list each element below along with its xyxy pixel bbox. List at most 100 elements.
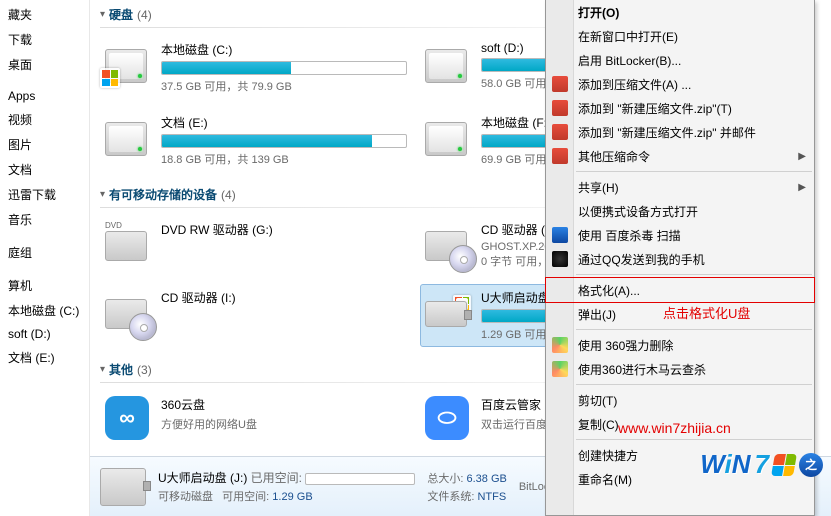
- usage-bar: [161, 134, 407, 148]
- disc-icon: [449, 245, 477, 273]
- submenu-arrow-icon: ▶: [798, 151, 806, 162]
- sidebar-item[interactable]: 藏夹: [0, 2, 89, 27]
- menu-open[interactable]: 打开(O): [546, 0, 814, 24]
- drive-cd-i[interactable]: CD 驱动器 (I:): [100, 284, 412, 347]
- details-free-value: 1.29 GB: [272, 491, 312, 503]
- details-total-value: 6.38 GB: [466, 473, 506, 485]
- sidebar-item: [0, 77, 89, 85]
- hdd-icon: [425, 49, 467, 83]
- collapse-icon[interactable]: ▾: [100, 364, 105, 375]
- sidebar-item: [0, 265, 89, 273]
- section-title: 硬盘: [109, 6, 133, 23]
- windows-flag-icon: [771, 454, 797, 476]
- 360-icon: [552, 337, 568, 353]
- optical-drive-icon: [105, 231, 147, 261]
- annotation-watermark-url: www.win7zhijia.cn: [618, 420, 731, 436]
- sidebar-item[interactable]: 迅雷下载: [0, 182, 89, 207]
- section-count: (3): [137, 363, 152, 377]
- collapse-icon[interactable]: ▾: [100, 189, 105, 200]
- sidebar-item[interactable]: 图片: [0, 132, 89, 157]
- menu-360-scan[interactable]: 使用360进行木马云查杀: [546, 357, 814, 381]
- dvd-badge: DVD: [105, 221, 122, 230]
- sidebar-item[interactable]: 文档: [0, 157, 89, 182]
- menu-separator: [576, 439, 812, 440]
- menu-separator: [576, 171, 812, 172]
- section-title: 其他: [109, 361, 133, 378]
- usb-drive-icon: [100, 468, 146, 506]
- menu-open-portable[interactable]: 以便携式设备方式打开: [546, 199, 814, 223]
- menu-separator: [576, 274, 812, 275]
- details-fs-label: 文件系统:: [427, 491, 474, 503]
- 360-icon: [552, 361, 568, 377]
- drive-freespace: 37.5 GB 可用，共 79.9 GB: [161, 78, 407, 94]
- cloud-icon: ∞: [105, 396, 149, 440]
- sidebar-item[interactable]: 算机: [0, 273, 89, 298]
- details-title: U大师启动盘 (J:): [158, 471, 247, 485]
- menu-format[interactable]: 格式化(A)...: [546, 278, 814, 302]
- item-desc: 方便好用的网络U盘: [161, 416, 407, 432]
- details-total-label: 总大小:: [427, 473, 463, 485]
- sidebar-item[interactable]: 音乐: [0, 207, 89, 232]
- sidebar-item[interactable]: soft (D:): [0, 323, 89, 345]
- sidebar-item[interactable]: 桌面: [0, 52, 89, 77]
- drive-c[interactable]: 本地磁盘 (C:) 37.5 GB 可用，共 79.9 GB: [100, 36, 412, 99]
- details-subtitle: 可移动磁盘: [158, 491, 213, 503]
- drive-e[interactable]: 文档 (E:) 18.8 GB 可用，共 139 GB: [100, 109, 412, 172]
- details-fs-value: NTFS: [477, 491, 506, 503]
- drive-label: DVD RW 驱动器 (G:): [161, 221, 407, 241]
- hdd-icon: [105, 49, 147, 83]
- drive-label: 本地磁盘 (C:): [161, 41, 407, 61]
- submenu-arrow-icon: ▶: [798, 182, 806, 193]
- menu-add-to-zip-mail[interactable]: 添加到 "新建压缩文件.zip" 并邮件: [546, 120, 814, 144]
- watermark-logo: WiN7 之: [700, 449, 823, 480]
- hdd-icon: [425, 122, 467, 156]
- sidebar-item[interactable]: 下载: [0, 27, 89, 52]
- menu-add-to-archive[interactable]: 添加到压缩文件(A) ...: [546, 72, 814, 96]
- context-menu[interactable]: 打开(O) 在新窗口中打开(E) 启用 BitLocker(B)... 添加到压…: [545, 0, 815, 516]
- drive-dvd-g[interactable]: DVD DVD RW 驱动器 (G:): [100, 216, 412, 274]
- archive-icon: [552, 148, 568, 164]
- navigation-tree[interactable]: 藏夹 下载 桌面 Apps 视频 图片 文档 迅雷下载 音乐 庭组 算机 本地磁…: [0, 0, 90, 516]
- usage-bar: [161, 61, 407, 75]
- usage-bar: [305, 473, 415, 485]
- drive-freespace: 18.8 GB 可用，共 139 GB: [161, 151, 407, 167]
- item-360-cloud[interactable]: ∞ 360云盘方便好用的网络U盘: [100, 391, 412, 449]
- details-free-label: 可用空间:: [222, 491, 269, 503]
- archive-icon: [552, 76, 568, 92]
- menu-open-new-window[interactable]: 在新窗口中打开(E): [546, 24, 814, 48]
- zhi-icon: 之: [799, 453, 823, 477]
- collapse-icon[interactable]: ▾: [100, 9, 105, 20]
- menu-360-delete[interactable]: 使用 360强力删除: [546, 333, 814, 357]
- shield-icon: [552, 227, 568, 243]
- archive-icon: [552, 100, 568, 116]
- menu-add-to-zip[interactable]: 添加到 "新建压缩文件.zip"(T): [546, 96, 814, 120]
- hdd-icon: [105, 122, 147, 156]
- section-count: (4): [221, 188, 236, 202]
- sidebar-item[interactable]: 文档 (E:): [0, 345, 89, 370]
- qq-icon: [552, 251, 568, 267]
- disc-icon: [129, 313, 157, 341]
- section-title: 有可移动存储的设备: [109, 186, 217, 203]
- sidebar-item[interactable]: 庭组: [0, 240, 89, 265]
- menu-qq-send[interactable]: 通过QQ发送到我的手机: [546, 247, 814, 271]
- sidebar-item[interactable]: 视频: [0, 107, 89, 132]
- annotation-format-hint: 点击格式化U盘: [663, 303, 750, 322]
- section-count: (4): [137, 8, 152, 22]
- menu-separator: [576, 384, 812, 385]
- details-used-label: 已用空间:: [251, 471, 302, 485]
- menu-separator: [576, 329, 812, 330]
- sidebar-item[interactable]: Apps: [0, 85, 89, 107]
- usb-drive-icon: [425, 301, 467, 327]
- menu-other-zip[interactable]: 其他压缩命令▶: [546, 144, 814, 168]
- menu-enable-bitlocker[interactable]: 启用 BitLocker(B)...: [546, 48, 814, 72]
- drive-label: CD 驱动器 (I:): [161, 289, 407, 309]
- sidebar-item: [0, 232, 89, 240]
- item-label: 360云盘: [161, 396, 407, 416]
- menu-cut[interactable]: 剪切(T): [546, 388, 814, 412]
- menu-baidu-scan[interactable]: 使用 百度杀毒 扫描: [546, 223, 814, 247]
- sidebar-item[interactable]: 本地磁盘 (C:): [0, 298, 89, 323]
- drive-label: 文档 (E:): [161, 114, 407, 134]
- archive-icon: [552, 124, 568, 140]
- cloud-icon: ⬭: [425, 396, 469, 440]
- menu-share[interactable]: 共享(H)▶: [546, 175, 814, 199]
